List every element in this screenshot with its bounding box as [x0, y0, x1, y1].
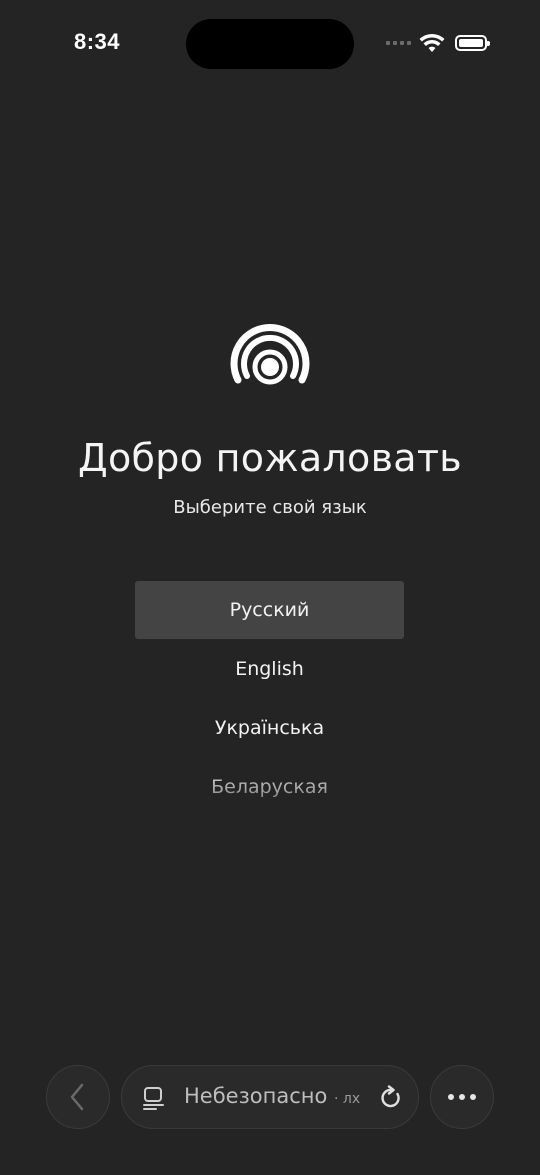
- language-option-ukrainian[interactable]: Українська: [135, 699, 404, 757]
- welcome-subtitle: Выберите свой язык: [173, 497, 367, 518]
- page-menu-icon[interactable]: [142, 1086, 166, 1110]
- more-options-button[interactable]: [430, 1065, 494, 1129]
- language-option-belarusian[interactable]: Беларуская: [135, 758, 404, 816]
- status-icons: [386, 33, 490, 53]
- chevron-left-icon: [70, 1083, 84, 1111]
- security-label: Небезопасно: [184, 1084, 328, 1108]
- ellipsis-icon: [448, 1094, 476, 1100]
- language-list: Русский English Українська Беларуская: [135, 581, 404, 817]
- language-option-russian[interactable]: Русский: [135, 581, 404, 639]
- battery-icon: [455, 35, 490, 51]
- screen: 8:34 Добро пожаловать Выберите свой язык…: [0, 0, 540, 1175]
- url-text[interactable]: Небезопасно · лх: [184, 1084, 370, 1108]
- language-option-english[interactable]: English: [135, 640, 404, 698]
- address-bar[interactable]: Небезопасно · лх: [121, 1065, 419, 1129]
- dynamic-island: [186, 19, 354, 69]
- back-button[interactable]: [46, 1065, 110, 1129]
- domain-fragment: · лх: [334, 1091, 361, 1107]
- cellular-signal-icon: [386, 41, 411, 45]
- wifi-icon: [419, 33, 445, 52]
- welcome-title: Добро пожаловать: [78, 436, 462, 480]
- status-time: 8:34: [74, 29, 121, 54]
- app-logo-icon: [230, 324, 310, 385]
- reload-icon[interactable]: [378, 1085, 404, 1111]
